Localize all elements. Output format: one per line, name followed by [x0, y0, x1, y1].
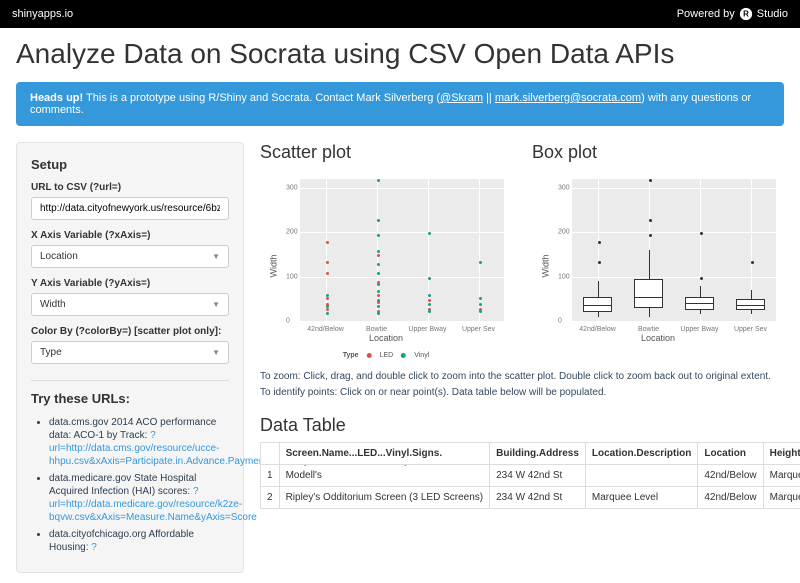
scatter-point[interactable] — [326, 297, 329, 300]
chevron-down-icon: ▼ — [212, 348, 220, 357]
try-heading: Try these URLs: — [31, 391, 229, 406]
alert-banner: Heads up! This is a prototype using R/Sh… — [16, 82, 784, 126]
table-header[interactable]: Location — [698, 443, 763, 465]
scatter-point[interactable] — [377, 250, 380, 253]
scatter-point[interactable] — [326, 312, 329, 315]
scatter-point[interactable] — [377, 219, 380, 222]
list-item: data.cms.gov 2014 ACO performance data: … — [49, 416, 229, 468]
xaxis-select[interactable]: Location▼ — [31, 245, 229, 268]
scatter-block: Scatter plot Width Location Type LED Vin… — [260, 142, 512, 361]
url-label: URL to CSV (?url=) — [31, 182, 229, 193]
table-header[interactable]: Building.Address — [490, 443, 586, 465]
divider — [31, 380, 229, 381]
scatter-point[interactable] — [377, 283, 380, 286]
content: Scatter plot Width Location Type LED Vin… — [260, 142, 784, 573]
scatter-point[interactable] — [377, 179, 380, 182]
scatter-point[interactable] — [428, 232, 431, 235]
scatter-point[interactable] — [479, 261, 482, 264]
scatter-point[interactable] — [326, 261, 329, 264]
try-link[interactable]: ? — [91, 542, 97, 553]
datatable-title: Data Table — [260, 415, 784, 436]
alert-link-email[interactable]: mark.silverberg@socrata.com — [495, 92, 641, 104]
scatter-point[interactable] — [377, 299, 380, 302]
scatter-point[interactable] — [377, 290, 380, 293]
scatter-point[interactable] — [326, 272, 329, 275]
table-header-row: Screen.Name...LED...Vinyl.Signs.Building… — [261, 443, 800, 465]
scatter-point[interactable] — [428, 277, 431, 280]
outlier-point — [700, 277, 703, 280]
page-title: Analyze Data on Socrata using CSV Open D… — [16, 38, 784, 70]
box — [634, 279, 663, 308]
outlier-point — [700, 232, 703, 235]
box-ylab: Width — [541, 254, 551, 277]
colorby-label: Color By (?colorBy=) [scatter plot only]… — [31, 326, 229, 337]
box-title: Box plot — [532, 142, 784, 163]
xaxis-label: X Axis Variable (?xAxis=) — [31, 230, 229, 241]
legend-led-icon — [367, 353, 372, 358]
box-block: Box plot Width Location 010020030042nd/B… — [532, 142, 784, 361]
rstudio-icon: R — [739, 7, 753, 21]
table-row[interactable]: 1Modell's234 W 42nd St42nd/BelowMarqueeL… — [261, 465, 800, 487]
try-url-list: data.cms.gov 2014 ACO performance data: … — [31, 416, 229, 554]
list-item: data.medicare.gov State Hospital Acquire… — [49, 472, 229, 524]
powered-by[interactable]: Powered by R Studio — [677, 7, 788, 21]
box — [736, 299, 765, 310]
scatter-point[interactable] — [377, 272, 380, 275]
table-header[interactable]: Screen.Name...LED...Vinyl.Signs. — [279, 443, 490, 465]
outlier-point — [649, 219, 652, 222]
yaxis-select[interactable]: Width▼ — [31, 293, 229, 316]
outlier-point — [649, 179, 652, 182]
table-header[interactable]: Location.Description — [585, 443, 697, 465]
hint-identify: To identify points: Click on or near poi… — [260, 385, 784, 401]
scatter-ylab: Width — [269, 254, 279, 277]
list-item: data.cityofchicago.org Affordable Housin… — [49, 528, 229, 554]
alert-body: This is a prototype using R/Shiny and So… — [86, 92, 440, 104]
table-header[interactable]: Height — [763, 443, 800, 465]
colorby-select[interactable]: Type▼ — [31, 341, 229, 364]
scatter-point[interactable] — [479, 297, 482, 300]
outlier-point — [751, 261, 754, 264]
outlier-point — [598, 241, 601, 244]
hint-zoom: To zoom: Click, drag, and double click t… — [260, 369, 784, 385]
yaxis-label: Y Axis Variable (?yAxis=) — [31, 278, 229, 289]
table-row[interactable]: 2Ripley's Odditorium Screen (3 LED Scree… — [261, 487, 800, 509]
table-header[interactable] — [261, 443, 280, 465]
scatter-point[interactable] — [326, 241, 329, 244]
scatter-point[interactable] — [479, 310, 482, 313]
legend-vinyl-icon — [401, 353, 406, 358]
scatter-title: Scatter plot — [260, 142, 512, 163]
box-plot[interactable]: Width Location 010020030042nd/BelowBowti… — [532, 171, 784, 361]
topbar: shinyapps.io Powered by R Studio — [0, 0, 800, 28]
scatter-point[interactable] — [377, 263, 380, 266]
brand[interactable]: shinyapps.io — [12, 8, 73, 20]
powered-label: Powered by — [677, 8, 735, 20]
setup-heading: Setup — [31, 157, 229, 172]
hints: To zoom: Click, drag, and double click t… — [260, 369, 784, 401]
url-input[interactable] — [31, 197, 229, 220]
scatter-plot[interactable]: Width Location Type LED Vinyl 0100200300… — [260, 171, 512, 361]
scatter-point[interactable] — [326, 308, 329, 311]
studio-label: Studio — [757, 8, 788, 20]
scatter-legend: Type LED Vinyl — [343, 352, 430, 359]
data-table[interactable]: Screen.Name...LED...Vinyl.Signs.Building… — [260, 442, 800, 509]
outlier-point — [598, 261, 601, 264]
scatter-xlab: Location — [369, 333, 403, 343]
chevron-down-icon: ▼ — [212, 300, 220, 309]
scatter-point[interactable] — [428, 299, 431, 302]
alert-lead: Heads up! — [30, 92, 83, 104]
chevron-down-icon: ▼ — [212, 252, 220, 261]
scatter-point[interactable] — [479, 303, 482, 306]
scatter-point[interactable] — [428, 303, 431, 306]
alert-link-skram[interactable]: @Skram — [440, 92, 483, 104]
box-xlab: Location — [641, 333, 675, 343]
scatter-point[interactable] — [377, 312, 380, 315]
box — [583, 297, 612, 313]
sidebar: Setup URL to CSV (?url=) X Axis Variable… — [16, 142, 244, 573]
svg-text:R: R — [743, 10, 749, 19]
try-link[interactable]: ?url=http://data.medicare.gov/resource/k… — [49, 486, 257, 523]
scatter-point[interactable] — [428, 310, 431, 313]
